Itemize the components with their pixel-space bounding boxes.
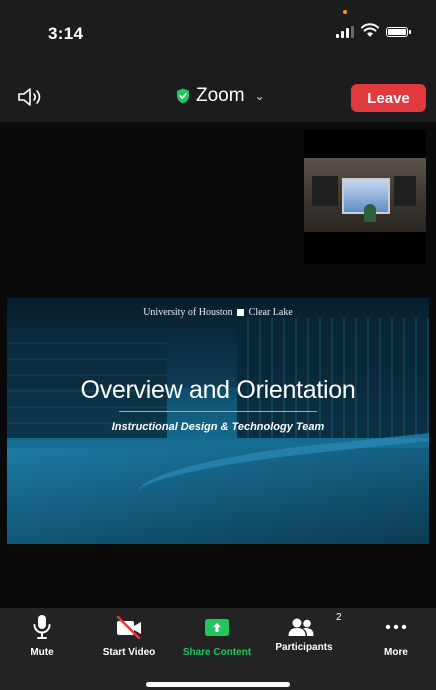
mic-in-use-indicator <box>343 10 347 14</box>
slide-subtitle: Instructional Design & Technology Team <box>111 421 325 433</box>
share-content-button[interactable]: Share Content <box>175 614 259 658</box>
wifi-icon <box>361 23 379 37</box>
start-video-label: Start Video <box>102 647 156 658</box>
university-wordmark: University of Houston Clear Lake <box>143 307 293 318</box>
battery-icon <box>386 27 411 37</box>
slide-title: Overview and Orientation <box>80 376 356 404</box>
mute-button[interactable]: Mute <box>0 614 84 658</box>
microphone-icon <box>33 615 51 639</box>
participants-count-badge: 2 <box>336 612 342 623</box>
participants-label: Participants <box>275 642 333 653</box>
slide-divider <box>119 411 317 412</box>
start-video-button[interactable]: Start Video <box>87 614 171 658</box>
participants-icon <box>288 618 314 636</box>
meeting-title: Zoom <box>196 85 245 106</box>
more-label: More <box>384 647 408 658</box>
speaker-icon[interactable] <box>17 86 47 108</box>
more-icon <box>385 624 407 630</box>
participants-button[interactable]: 2 Participants <box>262 612 346 658</box>
logo-mark <box>237 309 245 316</box>
more-button[interactable]: More <box>356 614 436 658</box>
meeting-title-dropdown[interactable]: Zoom ⌄ <box>176 84 265 108</box>
share-screen-icon <box>205 619 229 636</box>
video-off-icon <box>116 615 141 640</box>
classroom-video-frame <box>304 158 426 232</box>
chevron-down-icon: ⌄ <box>254 89 265 103</box>
shield-icon <box>177 88 189 104</box>
shared-screen-slide: University of Houston Clear Lake Overvie… <box>7 298 429 544</box>
leave-button[interactable]: Leave <box>351 84 426 112</box>
presenter-figure <box>364 204 376 222</box>
mute-label: Mute <box>30 647 54 658</box>
participant-video-thumbnail[interactable] <box>304 130 426 264</box>
cellular-signal-icon <box>336 26 354 38</box>
status-time: 3:14 <box>48 24 84 43</box>
home-indicator[interactable] <box>146 682 290 687</box>
share-content-label: Share Content <box>182 647 252 658</box>
